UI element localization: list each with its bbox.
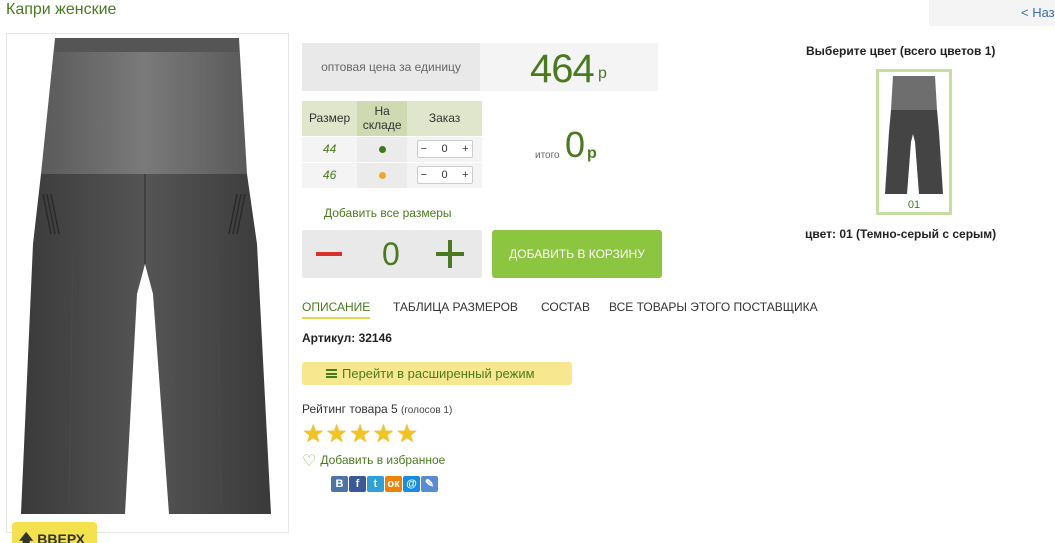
size-value: 44 [302,135,358,162]
size-table: Размер На складе Заказ 44 − 0 + 46 − 0 + [302,101,482,188]
quantity-stepper[interactable]: − 0 + [416,140,473,158]
page-title: Капри женские [6,1,117,18]
color-code: 01 [907,199,921,211]
minus-icon[interactable] [316,252,342,256]
star-icon[interactable]: ★ [325,421,347,446]
plus-icon[interactable]: + [462,143,468,155]
plus-icon[interactable] [436,240,464,268]
back-link[interactable]: < Назад [929,0,1055,26]
total-value: 0 [565,124,586,165]
rating-votes: (голосов 1) [401,405,453,416]
add-all-sizes-link[interactable]: Добавить все размеры [324,206,452,220]
minus-icon[interactable]: − [421,143,427,155]
color-selector-title: Выберите цвет (всего цветов 1) [806,44,996,58]
table-row: 44 − 0 + [302,135,482,162]
price-label: оптовая цена за единицу [302,43,480,91]
social-share-bar: В f t ок @ ✎ [331,476,438,492]
star-icon[interactable]: ★ [396,421,418,446]
stepper-value[interactable]: 0 [442,169,448,181]
sku: Артикул: 32146 [302,331,392,345]
star-icon[interactable]: ★ [372,421,394,446]
tab-supplier-products[interactable]: ВСЕ ТОВАРЫ ЭТОГО ПОСТАВЩИКА [609,300,818,317]
heart-icon: ♡ [302,453,317,470]
total-currency: р [587,145,597,162]
sku-value: 32146 [358,331,392,345]
star-icon[interactable]: ★ [302,421,324,446]
add-to-favorites-link[interactable]: ♡ Добавить в избранное [302,451,445,471]
vk-icon[interactable]: В [331,476,348,492]
table-row: 46 − 0 + [302,161,482,188]
color-swatch[interactable]: 01 [876,69,952,215]
product-photo[interactable] [6,33,289,533]
stock-header: На складе [357,101,408,136]
stock-dot-icon [378,172,386,180]
twitter-icon[interactable]: t [367,476,384,492]
tab-size-table[interactable]: ТАБЛИЦА РАЗМЕРОВ [393,300,518,317]
add-to-cart-button[interactable]: ДОБАВИТЬ В КОРЗИНУ [492,230,662,278]
quantity-stepper[interactable]: − 0 + [416,166,473,185]
price-box: оптовая цена за единицу 464 р [302,43,658,91]
stock-indicator [357,135,408,162]
star-icon[interactable]: ★ [349,421,371,446]
odnoklassniki-icon[interactable]: ок [385,476,402,492]
rating: Рейтинг товара 5 (голосов 1) [302,402,452,416]
price-value: 464 [530,47,595,91]
quantity-value[interactable]: 0 [382,236,400,273]
mailru-icon[interactable]: @ [403,476,420,492]
list-icon [326,369,337,378]
advanced-mode-label: Перейти в расширенный режим [342,366,535,381]
favorite-label: Добавить в избранное [320,453,446,467]
scroll-up-button[interactable]: 🡅 ВВЕРХ [12,522,97,543]
minus-icon[interactable]: − [421,169,427,181]
price-currency: р [598,65,607,82]
sku-label: Артикул: [302,331,356,345]
tab-description[interactable]: ОПИСАНИЕ [302,300,371,319]
stock-dot-icon [378,146,386,153]
total-label: итого [535,150,560,161]
advanced-mode-button[interactable]: Перейти в расширенный режим [302,362,572,385]
stepper-value[interactable]: 0 [442,143,448,155]
facebook-icon[interactable]: f [349,476,366,492]
rating-stars[interactable]: ★ ★ ★ ★ ★ [302,421,418,446]
color-swatch-image [885,76,943,194]
livejournal-icon[interactable]: ✎ [421,476,438,492]
quantity-control: 0 [302,230,482,278]
size-header: Размер [302,101,358,136]
arrow-up-icon: 🡅 [19,531,34,543]
tab-composition[interactable]: СОСТАВ [541,300,590,317]
order-header: Заказ [407,101,482,136]
scroll-up-label: ВВЕРХ [37,531,85,543]
size-value: 46 [302,161,358,188]
order-cell: − 0 + [407,135,482,162]
order-cell: − 0 + [407,161,482,188]
stock-indicator [357,161,408,188]
selected-color-caption: цвет: 01 (Темно-серый с серым) [805,227,997,241]
rating-label: Рейтинг товара 5 [302,402,398,416]
product-image [21,38,271,514]
plus-icon[interactable]: + [462,169,468,181]
